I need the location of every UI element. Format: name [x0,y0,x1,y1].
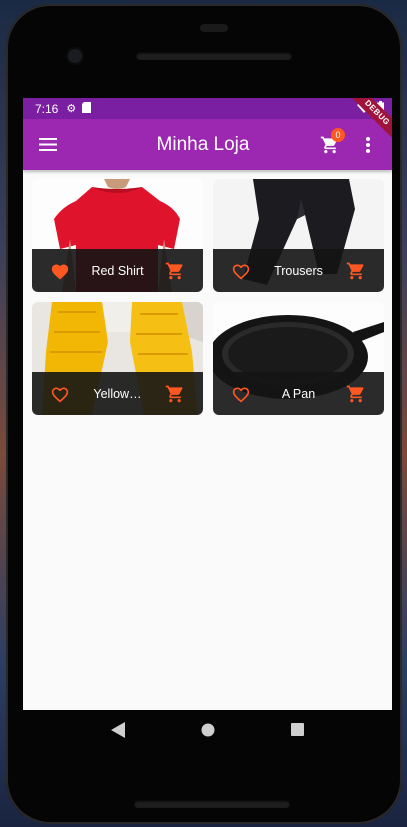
product-grid: Red Shirt Trousers Yellow… A Pan [23,170,392,415]
bottom-speaker [134,800,290,808]
product-tile[interactable]: A Pan [213,302,384,415]
product-name: A Pan [281,386,316,401]
menu-button[interactable] [24,121,72,169]
sd-card-icon [82,101,92,116]
shopping-cart-icon [346,262,364,279]
front-camera [68,49,82,63]
heart-outline-icon [51,386,69,402]
heart-outline-icon [232,263,250,279]
cart-count-badge: 0 [331,127,345,142]
page-title: Minha Loja [156,133,250,155]
cart-button[interactable]: 0 [310,121,350,169]
add-to-cart-button[interactable] [147,372,203,415]
back-icon[interactable] [111,721,125,743]
product-info-bar: Red Shirt [32,249,203,292]
favorite-button[interactable] [32,249,88,292]
product-info-bar: A Pan [213,372,384,415]
add-to-cart-button[interactable] [328,372,384,415]
hamburger-menu-icon [39,138,57,151]
add-to-cart-button[interactable] [328,249,384,292]
app-bar: Minha Loja 0 [23,119,392,170]
sensor-slot [200,24,228,32]
product-tile[interactable]: Trousers [213,179,384,292]
screen: 7:16 ⚙ Minha Loja 0 DEBUG Red Shirt Trou… [23,98,392,710]
recents-icon[interactable] [291,723,304,741]
status-time: 7:16 [35,101,59,116]
favorite-button[interactable] [213,249,269,292]
favorite-button[interactable] [213,372,269,415]
system-navigation-bar [23,710,392,754]
status-bar: 7:16 ⚙ [23,98,392,119]
heart-filled-icon [51,263,69,279]
product-name: Trousers [274,263,323,278]
heart-outline-icon [232,386,250,402]
product-tile[interactable]: Yellow… [32,302,203,415]
shopping-cart-icon [165,262,183,279]
home-icon[interactable] [201,723,215,742]
earpiece-speaker [136,52,292,60]
shopping-cart-icon [346,385,364,402]
shopping-cart-icon [165,385,183,402]
add-to-cart-button[interactable] [147,249,203,292]
product-info-bar: Yellow… [32,372,203,415]
settings-icon: ⚙ [66,103,77,115]
product-info-bar: Trousers [213,249,384,292]
more-options-button[interactable] [350,121,386,169]
product-tile[interactable]: Red Shirt [32,179,203,292]
product-name: Yellow… [93,386,142,401]
favorite-button[interactable] [32,372,88,415]
more-vert-icon [366,136,370,153]
product-name: Red Shirt [91,263,144,278]
